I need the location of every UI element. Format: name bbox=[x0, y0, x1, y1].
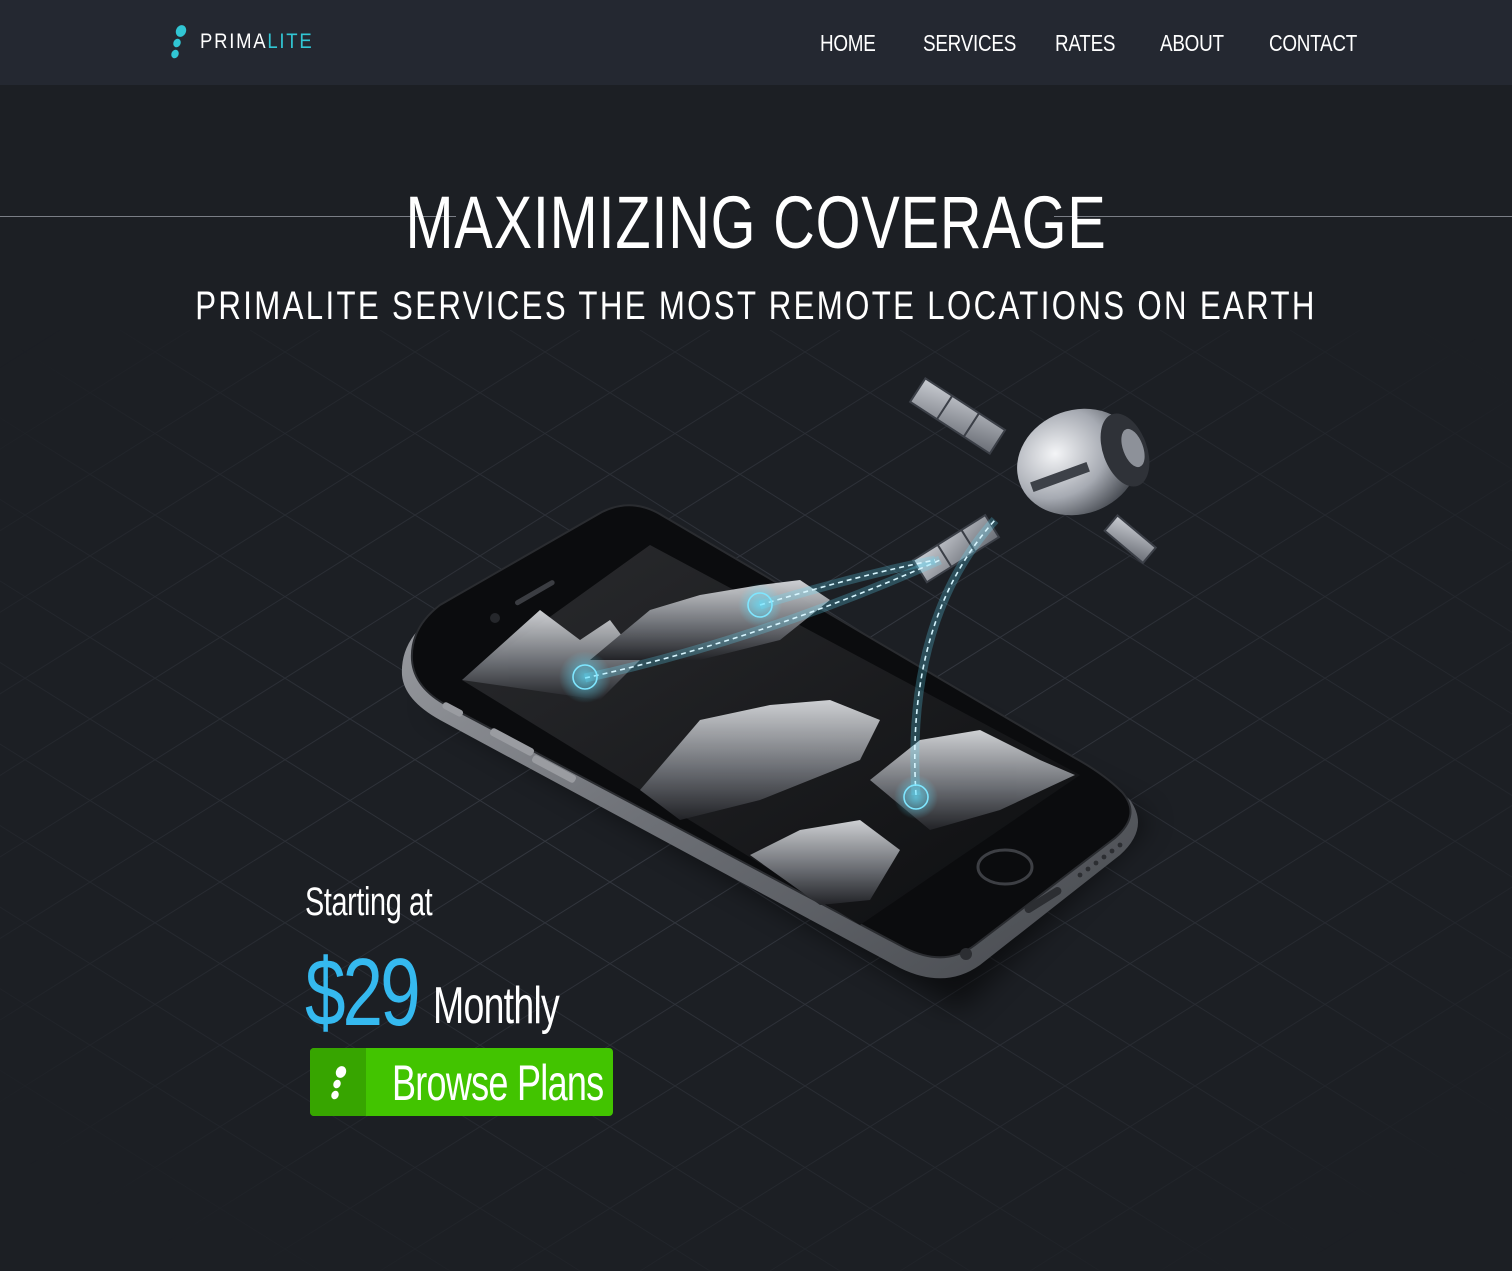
nav-home[interactable]: HOME bbox=[820, 30, 876, 57]
nav-rates[interactable]: RATES bbox=[1055, 30, 1116, 57]
headphone-jack bbox=[960, 948, 972, 960]
hero-title: MAXIMIZING COVERAGE bbox=[405, 181, 1107, 264]
top-navigation-bar: PRIMALITE HOME SERVICES RATES ABOUT CONT… bbox=[0, 0, 1512, 85]
nav-contact[interactable]: CONTACT bbox=[1269, 30, 1357, 57]
browse-plans-label: Browse Plans bbox=[392, 1055, 604, 1111]
pricing-block: Starting at $29 Monthly bbox=[305, 880, 560, 1046]
price-amount: $29 bbox=[305, 939, 421, 1046]
price-period: Monthly bbox=[433, 977, 560, 1035]
pricing-intro: Starting at bbox=[305, 880, 433, 924]
browse-plans-button[interactable]: Browse Plans bbox=[310, 1048, 613, 1116]
nav-services[interactable]: SERVICES bbox=[923, 30, 1016, 57]
main-nav: HOME SERVICES RATES ABOUT CONTACT bbox=[0, 30, 1512, 60]
nav-about[interactable]: ABOUT bbox=[1160, 30, 1224, 57]
front-camera bbox=[490, 613, 500, 623]
browse-plans-icon-area bbox=[310, 1048, 366, 1116]
logo-droplets-icon bbox=[331, 1066, 347, 1100]
phone-satellite-illustration bbox=[401, 376, 1158, 1010]
hero-subtitle: PRIMALITE SERVICES THE MOST REMOTE LOCAT… bbox=[195, 284, 1317, 328]
satellite-icon bbox=[908, 376, 1158, 584]
